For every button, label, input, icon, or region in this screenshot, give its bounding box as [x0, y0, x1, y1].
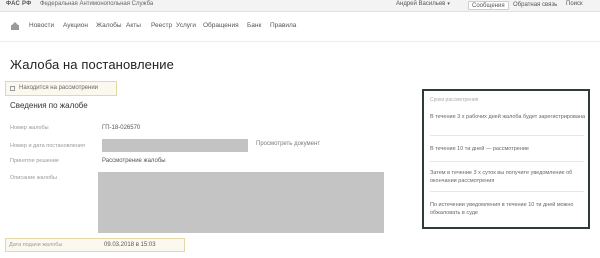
- info-step: По истечении уведомления в течение 10 ти…: [430, 202, 574, 216]
- decision-value: Рассмотрение жалобы: [102, 158, 166, 164]
- user-menu[interactable]: Андрей Васильев ▾: [396, 1, 450, 7]
- submission-date-label: Дата подачи жалобы: [9, 242, 63, 248]
- page-title: Жалоба на постановление: [10, 57, 174, 72]
- info-divider: [430, 191, 584, 192]
- document-label: Номер и дата постановления: [10, 143, 85, 149]
- info-panel-header: Сроки рассмотрения: [430, 97, 479, 103]
- nav-item[interactable]: Акты: [126, 22, 141, 29]
- brand-logo-text[interactable]: ФАС РФ: [6, 1, 31, 7]
- status-badge: Находится на рассмотрении: [5, 81, 117, 96]
- status-icon: [10, 86, 15, 91]
- submission-date-row: Дата подачи жалобы 09.03.2018 в 15:03: [5, 238, 185, 252]
- info-divider: [430, 161, 584, 162]
- nav-item[interactable]: Жалобы: [96, 22, 122, 29]
- main-nav: Новости Аукцион Жалобы Акты Реестр Услуг…: [0, 12, 600, 42]
- complaint-number-label: Номер жалобы: [10, 125, 49, 131]
- home-icon[interactable]: [11, 22, 19, 30]
- info-step: В течение 10 ти дней — рассмотрение: [430, 146, 529, 152]
- brand-subtitle: Федеральная Антимонопольная Служба: [40, 1, 154, 7]
- section-heading: Сведения по жалобе: [10, 101, 88, 110]
- top-bar: ФАС РФ Федеральная Антимонопольная Служб…: [0, 0, 600, 12]
- complaint-number-value: ГП-18-026570: [102, 125, 141, 131]
- info-panel: Сроки рассмотрения В течение 3 х рабочих…: [422, 89, 590, 229]
- submission-date-value: 09.03.2018 в 15:03: [104, 242, 156, 248]
- info-step: В течение 3 х рабочих дней жалоба будет …: [430, 114, 586, 120]
- nav-item[interactable]: Аукцион: [63, 22, 88, 29]
- feedback-button[interactable]: Обратная связь: [510, 1, 560, 10]
- nav-item[interactable]: Услуги: [176, 22, 196, 29]
- user-name: Андрей Васильев: [396, 1, 446, 7]
- nav-item[interactable]: Банк: [247, 22, 261, 29]
- info-step: Затем в течение 3 х суток вы получите ув…: [430, 170, 573, 184]
- chevron-down-icon: ▾: [447, 1, 450, 7]
- nav-item[interactable]: Реестр: [151, 22, 172, 29]
- nav-item[interactable]: Правила: [270, 22, 296, 29]
- messages-button[interactable]: Сообщения: [468, 1, 509, 10]
- nav-item[interactable]: Обращения: [203, 22, 239, 29]
- view-document-link[interactable]: Просмотреть документ: [256, 141, 320, 147]
- search-button[interactable]: Поиск: [566, 1, 583, 7]
- description-label: Описание жалобы: [10, 175, 58, 181]
- status-text: Находится на рассмотрении: [19, 85, 99, 91]
- decision-label: Принятое решение: [10, 158, 59, 164]
- description-redacted: [98, 172, 384, 233]
- info-divider: [430, 135, 584, 136]
- document-value-redacted: [102, 139, 248, 152]
- nav-item[interactable]: Новости: [29, 22, 54, 29]
